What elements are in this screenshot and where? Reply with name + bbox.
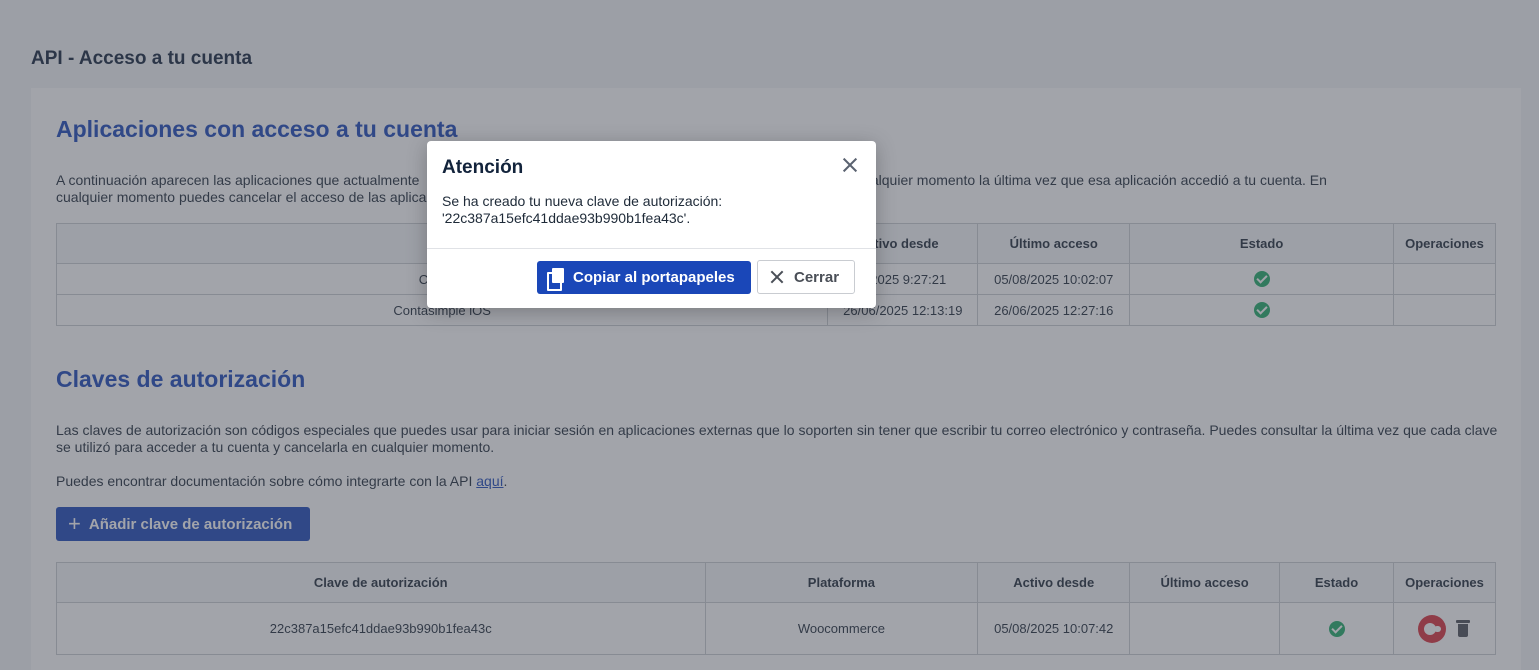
- dialog-divider: [427, 248, 876, 249]
- copy-icon: [547, 267, 565, 291]
- dialog-title: Atención: [442, 157, 524, 178]
- close-button[interactable]: Cerrar: [757, 260, 855, 294]
- dialog-message: Se ha creado tu nueva clave de autorizac…: [442, 193, 723, 226]
- modal-overlay[interactable]: [0, 0, 1539, 670]
- x-icon: [770, 270, 784, 284]
- attention-dialog: Atención Se ha creado tu nueva clave de …: [427, 141, 876, 308]
- close-icon[interactable]: [841, 156, 859, 174]
- copy-to-clipboard-button[interactable]: Copiar al portapapeles: [537, 261, 751, 294]
